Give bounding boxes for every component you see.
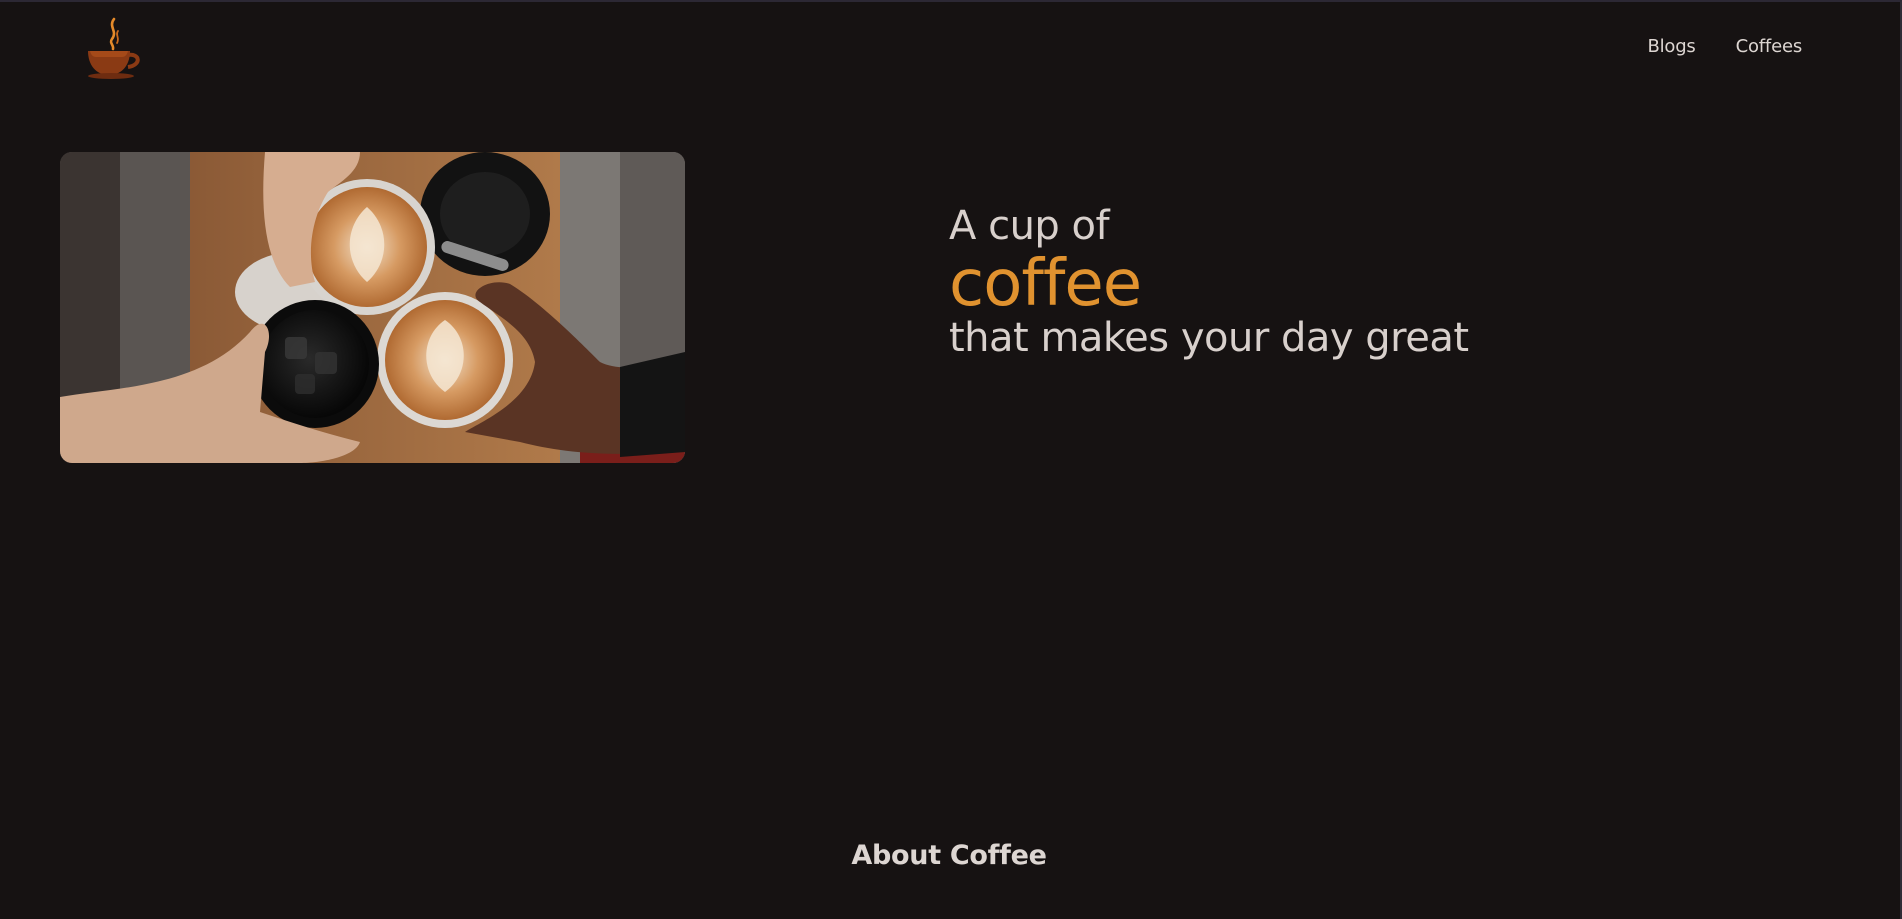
page: Blogs Coffees A cup of coffee that makes… (0, 0, 1902, 919)
main-nav: Blogs Coffees (1647, 36, 1802, 57)
nav-link-blogs[interactable]: Blogs (1647, 36, 1695, 57)
about-heading: About Coffee (851, 840, 1047, 871)
hero-line-intro: A cup of (949, 203, 1110, 249)
hero-line-accent: coffee (949, 247, 1142, 321)
hero-tagline: that makes your day great (949, 315, 1469, 361)
hero-image (60, 152, 685, 463)
hero-text: A cup of coffee that makes your day grea… (949, 202, 1469, 362)
coffee-cup-icon[interactable] (84, 17, 144, 81)
nav-link-coffees[interactable]: Coffees (1736, 36, 1803, 57)
